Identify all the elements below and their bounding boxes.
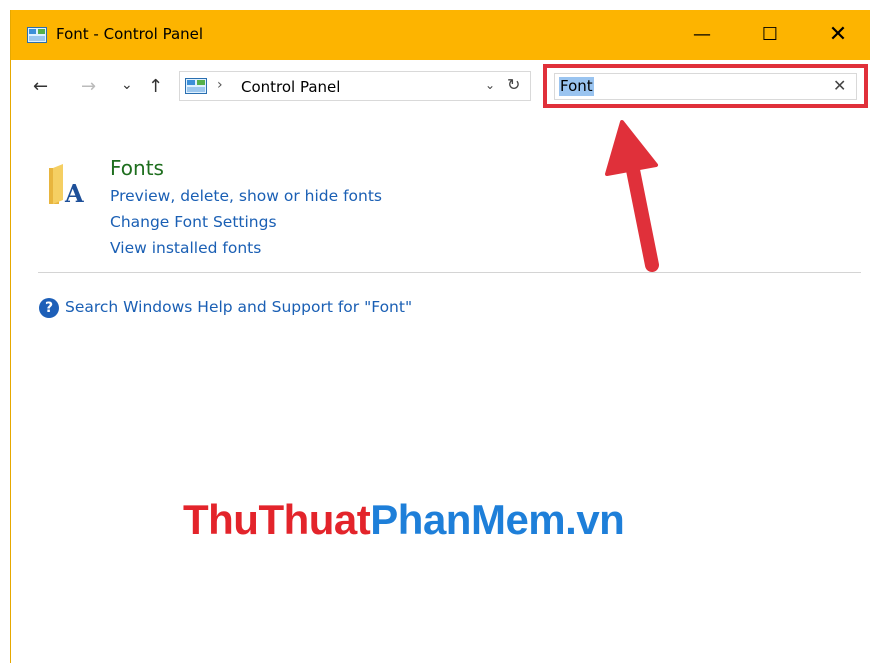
help-icon[interactable]: ? [39, 298, 59, 318]
control-panel-icon [27, 27, 47, 43]
minimize-button[interactable]: — [669, 10, 735, 60]
fonts-category-title[interactable]: Fonts [110, 156, 164, 180]
window-title: Font - Control Panel [56, 25, 204, 43]
breadcrumb-control-panel[interactable]: Control Panel [241, 78, 340, 96]
svg-text:A: A [64, 179, 84, 208]
change-font-settings-link[interactable]: Change Font Settings [110, 213, 277, 231]
recent-locations-icon[interactable]: ⌄ [121, 77, 133, 93]
results-pane: A Fonts Preview, delete, show or hide fo… [11, 114, 870, 663]
title-bar[interactable]: Font - Control Panel — ☐ ✕ [11, 10, 870, 60]
address-dropdown-icon[interactable]: ⌄ [485, 78, 495, 92]
breadcrumb-chevron-icon[interactable]: › [217, 77, 223, 93]
forward-arrow-icon[interactable]: → [81, 76, 96, 97]
refresh-icon[interactable]: ↻ [507, 75, 520, 94]
back-arrow-icon[interactable]: ← [33, 76, 48, 97]
address-bar[interactable]: › Control Panel ⌄ ↻ [179, 71, 531, 101]
watermark-part-2: PhanMem.vn [370, 496, 625, 543]
control-panel-window: Font - Control Panel — ☐ ✕ ← → ⌄ ↑ › Con… [10, 10, 870, 663]
preview-fonts-link[interactable]: Preview, delete, show or hide fonts [110, 187, 382, 205]
maximize-button[interactable]: ☐ [737, 10, 803, 60]
search-help-link[interactable]: Search Windows Help and Support for "Fon… [65, 298, 412, 316]
clear-search-icon[interactable]: ✕ [833, 76, 846, 95]
divider [38, 272, 861, 273]
search-value: Font [559, 77, 594, 96]
search-input[interactable]: Font ✕ [554, 73, 857, 100]
up-arrow-icon[interactable]: ↑ [148, 76, 163, 97]
control-panel-icon [185, 78, 207, 94]
close-button[interactable]: ✕ [805, 10, 870, 60]
navigation-bar: ← → ⌄ ↑ › Control Panel ⌄ ↻ Font ✕ [11, 60, 870, 114]
fonts-folder-icon[interactable]: A [47, 164, 91, 208]
watermark-logo: ThuThuatPhanMem.vn [183, 496, 625, 544]
watermark-part-1: ThuThuat [183, 496, 371, 543]
view-installed-fonts-link[interactable]: View installed fonts [110, 239, 261, 257]
